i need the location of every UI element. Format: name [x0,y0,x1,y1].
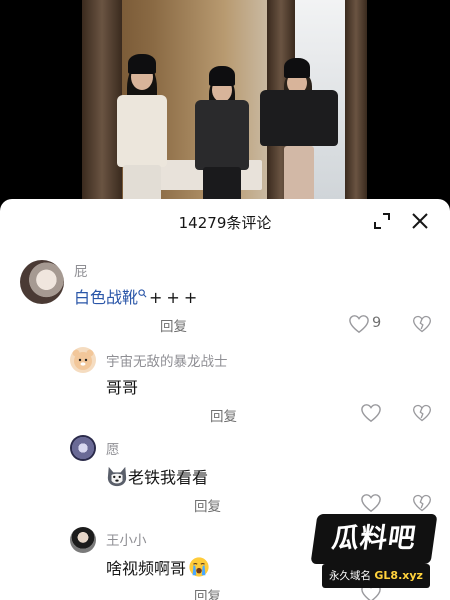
comment-username[interactable]: 愿 [106,438,120,458]
avatar[interactable] [20,260,64,304]
video-frame [82,0,367,205]
avatar[interactable] [70,435,96,461]
comment-link-text[interactable]: 白色战靴 [74,288,138,307]
broken-heart-icon[interactable] [412,314,432,334]
reply-button[interactable]: 回复 [210,405,237,425]
comment-text: 哥哥 [106,378,139,397]
broken-heart-icon[interactable] [412,403,432,423]
expand-icon[interactable] [372,211,392,231]
bear-face-icon [72,349,94,370]
watermark-label: 永久域名 [329,570,372,582]
like-count: 9 [372,315,382,331]
comment-text-body: 老铁我看看 [128,468,209,487]
comment-username[interactable]: 屁 [74,260,88,280]
heart-icon[interactable] [360,493,382,513]
comment-text-body: 啥视频啊哥 [106,559,187,578]
avatar[interactable] [70,347,96,373]
video-player[interactable] [0,0,450,205]
broken-heart-icon[interactable] [412,493,432,513]
comment-text: 白色战靴 +++ [74,284,201,308]
crying-face-emoji [189,557,209,577]
comment-username[interactable]: 宇宙无敌的暴龙战士 [106,350,228,370]
comment-reply-item: 愿 老铁我看看 回复 [0,429,450,515]
heart-icon[interactable] [360,403,382,423]
dancer-left [107,40,177,205]
watermark-subtitle: 永久域名 GL8.xyz [322,564,430,588]
comments-header: 14279条评论 [0,199,450,247]
watermark-title: 瓜料吧 [310,514,438,564]
heart-icon[interactable] [348,314,370,334]
comment-item: 屁 白色战靴 +++ 回复 9 [0,251,450,341]
comment-text: 老铁我看看 [106,464,208,488]
reply-button[interactable]: 回复 [194,495,221,515]
watermark-logo: 瓜料吧 永久域名 GL8.xyz [310,514,438,596]
comment-text: 啥视频啊哥 [106,555,210,579]
search-icon[interactable] [138,289,147,298]
dancer-middle [187,62,257,205]
dancer-right [254,56,344,205]
watermark-domain: GL8.xyz [374,569,423,582]
comment-username[interactable]: 王小小 [106,529,147,549]
comment-text-rest: +++ [149,288,202,307]
husky-face-emoji [107,466,127,487]
reply-button[interactable]: 回复 [160,315,187,335]
reply-button[interactable]: 回复 [194,585,221,600]
comment-reply-item: 宇宙无敌的暴龙战士 哥哥 回复 [0,341,450,427]
close-icon[interactable] [408,209,432,233]
avatar[interactable] [70,527,96,553]
